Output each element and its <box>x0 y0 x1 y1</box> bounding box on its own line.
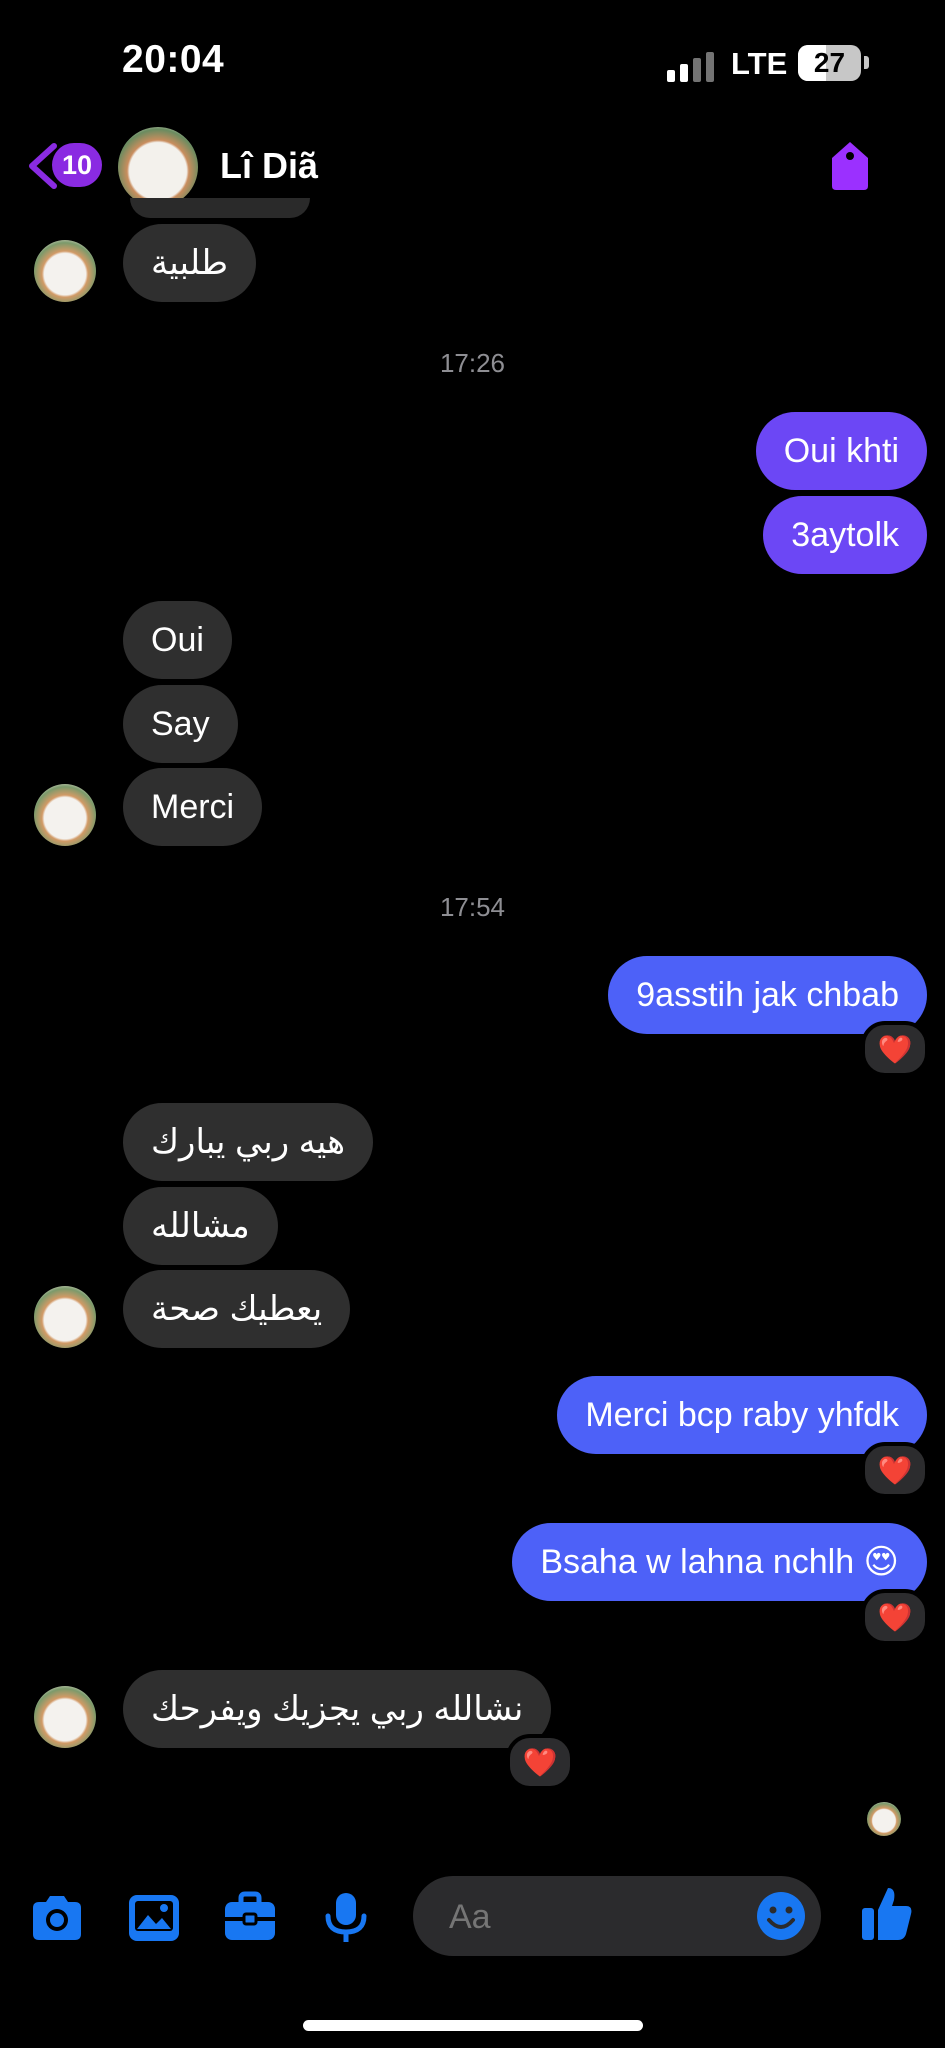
battery-icon: 27 <box>798 45 861 81</box>
outgoing-message[interactable]: 3aytolk <box>763 496 927 574</box>
seen-receipt-avatar <box>867 1802 901 1836</box>
outgoing-message[interactable]: Oui khti <box>755 412 927 490</box>
battery-nub <box>864 56 869 69</box>
emoji-icon[interactable] <box>755 1890 807 1942</box>
incoming-message[interactable]: هيه ربي يبارك <box>123 1103 374 1181</box>
contact-avatar[interactable] <box>118 127 198 207</box>
incoming-message[interactable]: يعطيك صحة <box>123 1270 351 1348</box>
thumbs-up-icon[interactable] <box>860 1884 914 1942</box>
heart-reaction[interactable]: ❤️ <box>861 1589 929 1645</box>
incoming-message[interactable]: Say <box>123 685 238 763</box>
unread-count-badge[interactable]: 10 <box>52 143 102 187</box>
battery-level: 27 <box>813 47 846 78</box>
outgoing-message[interactable]: Bsaha w lahna nchlh 😍 <box>512 1523 927 1601</box>
signal-strength-icon <box>667 50 715 82</box>
sender-avatar <box>34 784 96 846</box>
incoming-message[interactable]: Merci <box>123 768 263 846</box>
outgoing-message[interactable]: Merci bcp raby yhfdk <box>557 1376 927 1454</box>
partial-message-bubble <box>130 198 310 218</box>
incoming-message[interactable]: نشالله ربي يجزيك ويفرحك <box>123 1670 552 1748</box>
incoming-message[interactable]: طلبية <box>123 224 257 302</box>
sender-avatar <box>34 1286 96 1348</box>
heart-reaction[interactable]: ❤️ <box>506 1734 574 1790</box>
message-composer[interactable] <box>413 1876 821 1958</box>
image-icon[interactable] <box>126 1890 182 1946</box>
network-type: LTE <box>731 46 788 81</box>
tag-icon[interactable] <box>828 140 872 192</box>
timestamp: 17:26 <box>439 348 506 378</box>
sender-avatar <box>34 240 96 302</box>
heart-reaction[interactable]: ❤️ <box>861 1442 929 1498</box>
timestamp: 17:54 <box>439 892 506 922</box>
message-input[interactable] <box>447 1876 751 1958</box>
sender-avatar <box>34 1686 96 1748</box>
heart-reaction[interactable]: ❤️ <box>861 1021 929 1077</box>
camera-icon[interactable] <box>29 1890 85 1946</box>
contact-name[interactable]: Lî Diã <box>220 145 318 187</box>
microphone-icon[interactable] <box>318 1890 374 1946</box>
incoming-message[interactable]: Oui <box>123 601 232 679</box>
status-time: 20:04 <box>122 38 225 81</box>
incoming-message[interactable]: مشالله <box>123 1187 278 1265</box>
home-indicator <box>303 2020 643 2031</box>
briefcase-icon[interactable] <box>222 1890 278 1946</box>
